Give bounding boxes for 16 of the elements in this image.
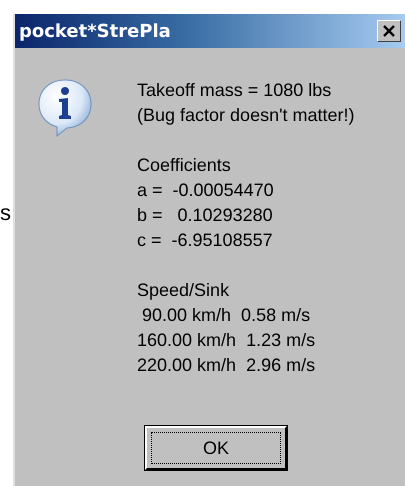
message-line: a = -0.00054470	[137, 179, 275, 202]
close-icon	[382, 25, 396, 37]
message-line: (Bug factor doesn't matter!)	[137, 104, 355, 127]
message-line: c = -6.95108557	[137, 229, 274, 252]
message-line: 160.00 km/h 1.23 m/s	[137, 329, 316, 352]
message-line: Takeoff mass = 1080 lbs	[137, 79, 332, 102]
close-button[interactable]	[377, 20, 401, 42]
info-icon	[37, 78, 93, 138]
window-title: pocket*StrePla	[19, 20, 172, 42]
ok-button[interactable]: OK	[145, 426, 287, 470]
message-line: 220.00 km/h 2.96 m/s	[137, 354, 316, 377]
message-line: Coefficients	[137, 154, 232, 177]
message-line: Speed/Sink	[137, 279, 230, 302]
message-line: 90.00 km/h 0.58 m/s	[141, 304, 312, 327]
message-line: b = 0.10293280	[137, 204, 274, 227]
background-text: s	[0, 202, 11, 224]
